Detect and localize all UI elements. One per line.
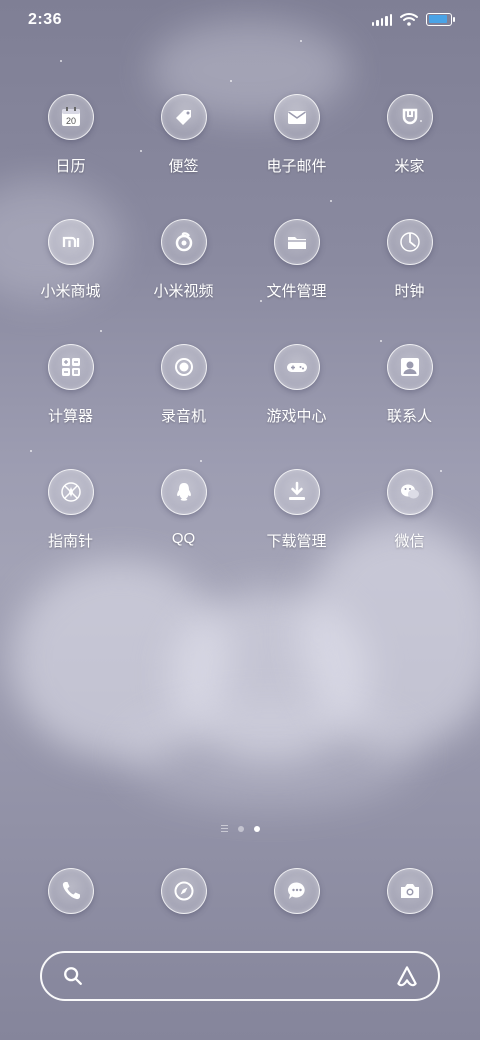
app-label: 米家 [394,158,425,175]
assistant-icon[interactable] [394,963,420,989]
app-mijia[interactable]: 米家 [353,94,466,219]
app-wechat[interactable]: 微信 [353,469,466,594]
compass-icon [47,469,94,515]
qq-penguin-icon [160,469,207,515]
camera-icon [386,868,433,914]
video-icon [160,219,207,265]
app-qq[interactable]: QQ [127,469,240,594]
dock-browser[interactable] [127,868,240,914]
dock-camera[interactable] [353,868,466,914]
signal-icon [371,12,392,26]
app-label: 小米视频 [153,283,214,300]
dock [14,868,466,914]
wechat-icon [386,469,433,515]
app-label: 计算器 [47,408,93,425]
app-label: 指南针 [47,533,93,550]
app-calendar[interactable]: 20 日历 [14,94,127,219]
app-label: 日历 [55,158,86,175]
gamepad-icon [273,344,320,390]
app-label: 时钟 [394,283,425,300]
browser-compass-icon [160,868,207,914]
app-downloads[interactable]: 下载管理 [240,469,353,594]
dock-phone[interactable] [14,868,127,914]
folder-icon [273,219,320,265]
mijia-icon [386,94,433,140]
battery-icon [426,12,455,26]
page-dot-1[interactable] [237,825,244,832]
status-bar: 2:36 [0,0,480,42]
app-row: 计算器 录音机 游戏中心 联系人 [14,344,466,469]
message-icon [273,868,320,914]
app-contacts[interactable]: 联系人 [353,344,466,469]
search-input[interactable] [94,966,384,986]
app-label: 下载管理 [266,533,327,550]
app-calculator[interactable]: 计算器 [14,344,127,469]
status-icons [371,12,455,26]
app-row: 指南针 QQ 下载管理 微信 [14,469,466,594]
mail-icon [273,94,320,140]
app-recorder[interactable]: 录音机 [127,344,240,469]
app-label: 便签 [168,158,199,175]
app-notes[interactable]: 便签 [127,94,240,219]
app-mi-store[interactable]: 小米商城 [14,219,127,344]
app-clock[interactable]: 时钟 [353,219,466,344]
phone-icon [47,868,94,914]
app-label: 微信 [394,533,425,550]
page-dot-2[interactable] [253,825,260,832]
search-icon[interactable] [62,965,84,987]
app-label: 小米商城 [40,283,101,300]
app-row: 小米商城 小米视频 文件管理 时钟 [14,219,466,344]
search-bar[interactable] [40,951,440,1001]
app-label: 文件管理 [266,283,327,300]
app-label: 录音机 [160,408,206,425]
status-time: 2:36 [28,11,63,28]
battery-level [428,15,448,23]
recorder-icon [160,344,207,390]
dock-messages[interactable] [240,868,353,914]
page-list-icon[interactable] [220,825,228,833]
app-label: 电子邮件 [266,158,327,175]
calendar-day: 20 [65,116,75,126]
app-grid: 20 日历 便签 电子邮件 米家 小米商城 小米视频 文件管理 时钟 计算器 录… [14,94,466,594]
clock-icon [386,219,433,265]
app-email[interactable]: 电子邮件 [240,94,353,219]
app-mi-video[interactable]: 小米视频 [127,219,240,344]
contacts-icon [386,344,433,390]
app-label: QQ [171,530,196,547]
app-files[interactable]: 文件管理 [240,219,353,344]
app-label: 游戏中心 [266,408,327,425]
tag-icon [160,94,207,140]
download-icon [273,469,320,515]
app-game-center[interactable]: 游戏中心 [240,344,353,469]
calendar-icon: 20 [47,94,94,140]
app-row: 20 日历 便签 电子邮件 米家 [14,94,466,219]
page-indicator [0,825,480,833]
wifi-icon [400,13,418,26]
mi-store-icon [47,219,94,265]
app-compass[interactable]: 指南针 [14,469,127,594]
calculator-icon [47,344,94,390]
app-label: 联系人 [386,408,432,425]
